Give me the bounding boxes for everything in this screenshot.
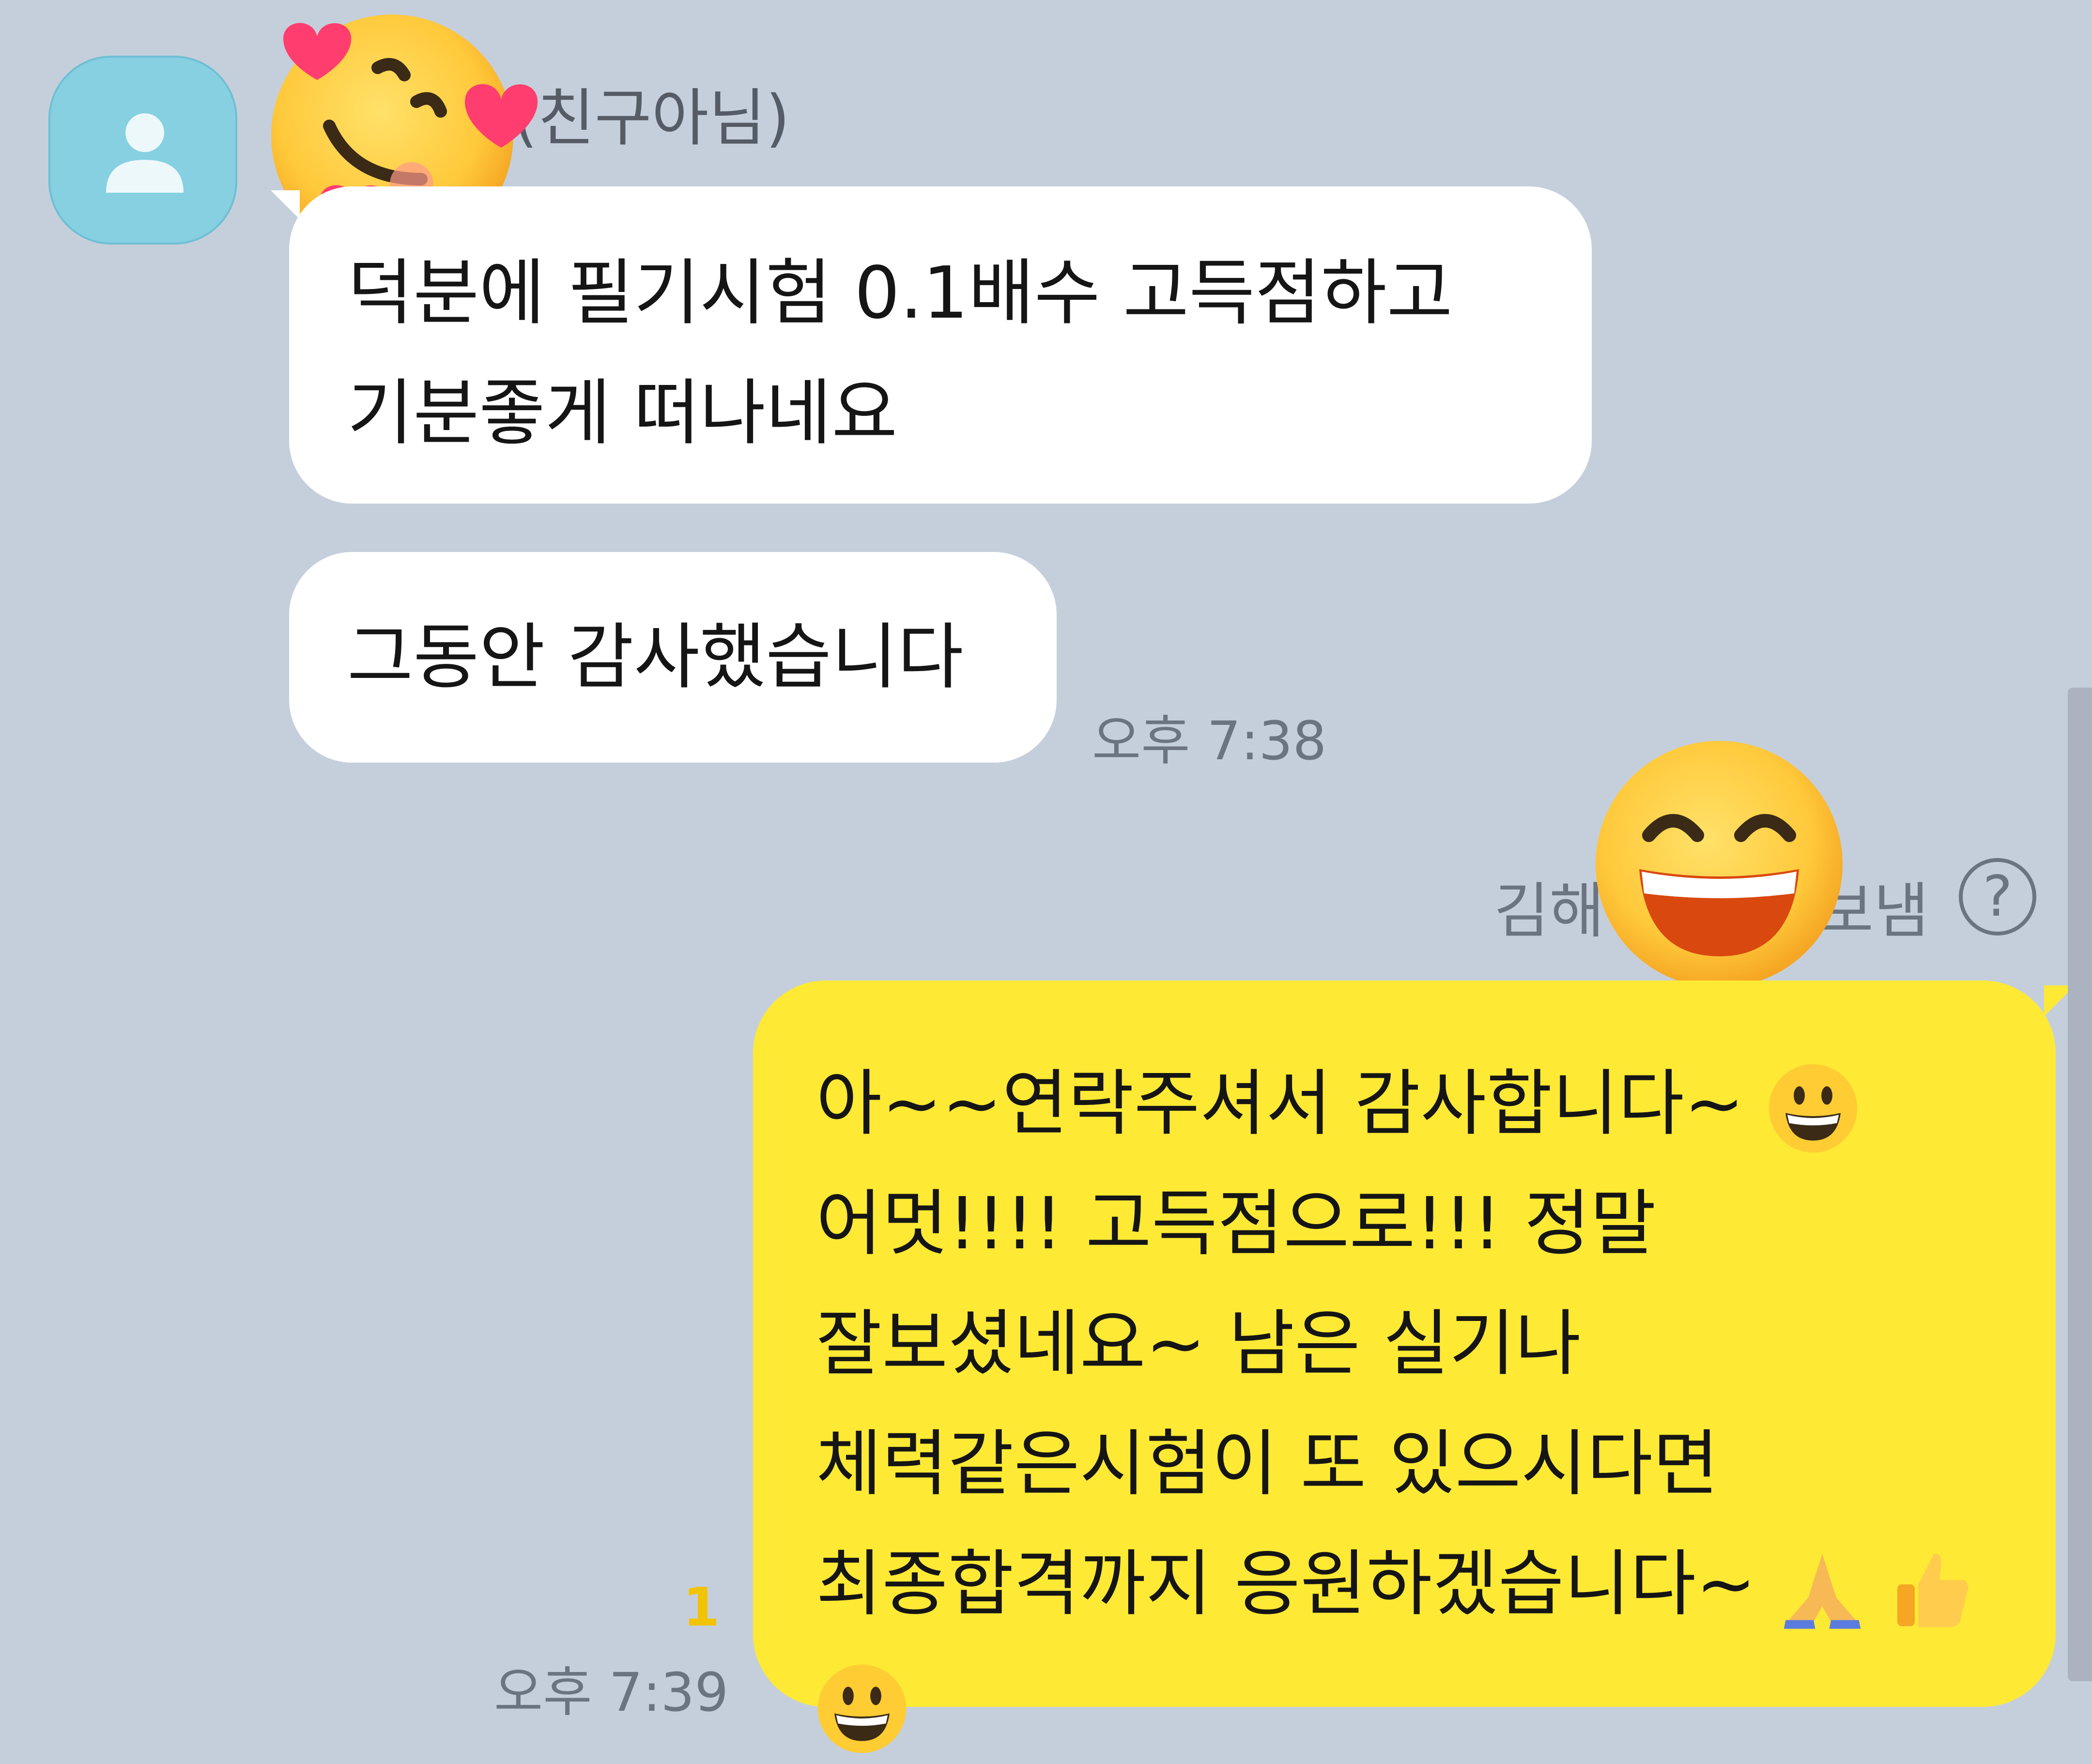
message-line: 잘보셨네요~ 남은 실기나 [816,1302,1581,1385]
help-icon[interactable]: ? [1959,858,2036,936]
message-line: 덕분에 필기시험 0.1배수 고득점하고 [347,251,1453,335]
message-line: 아~~연락주셔서 감사합니다~ [816,1043,2056,1164]
message-timestamp: 오후 7:39 [494,1661,729,1723]
message-line [816,1644,2056,1764]
message-line: 최종합격까지 응원하겠습니다~ [816,1524,2056,1644]
thumbs-up-icon [1897,1554,1969,1627]
message-line-text: 아~~연락주셔서 감사합니다~ [816,1062,1744,1145]
scrollbar[interactable] [2068,688,2092,1681]
sent-by-name: 김해 [1494,876,1605,946]
message-line: 그동안 감사했습니다 [347,615,964,699]
message-line: 체력같은시험이 또 있으시다면 [816,1422,1719,1505]
message-timestamp: 오후 7:38 [1092,710,1327,772]
message-line: 기분좋게 떠나네요 [347,371,898,455]
grinning-squinting-face-icon [1596,741,1843,988]
outgoing-message[interactable]: 아~~연락주셔서 감사합니다~ 어멋!!!! 고득점으로!!! 정말 잘보셨네요… [753,981,2075,1753]
incoming-message[interactable]: 덕분에 필기시험 0.1배수 고득점하고 기분좋게 떠나네요 [271,186,1592,504]
bubble-tail [271,190,300,219]
incoming-message[interactable]: 그동안 감사했습니다 [289,552,1057,763]
grinning-face-icon [1769,1064,1858,1153]
folded-hands-icon [1784,1554,1861,1629]
sender-avatar[interactable] [48,56,237,245]
person-icon [106,113,184,193]
unread-count: 1 [683,1576,720,1638]
grinning-face-icon [817,1665,907,1753]
message-line: 어멋!!!! 고득점으로!!! 정말 [816,1182,1656,1265]
message-line-text: 최종합격까지 응원하겠습니다~ [816,1542,1756,1626]
